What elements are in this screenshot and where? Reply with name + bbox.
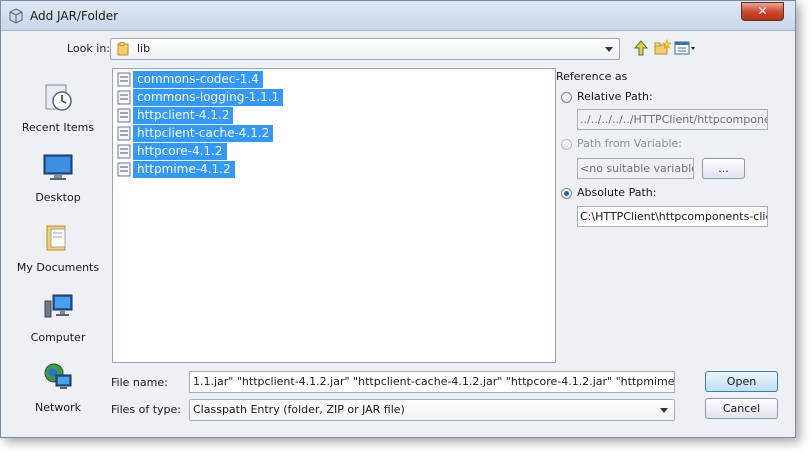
title-bar[interactable]: Add JAR/Folder ✕: [1, 1, 795, 31]
browse-variable-button[interactable]: ...: [702, 158, 745, 179]
path-from-variable-label: Path from Variable:: [577, 137, 682, 150]
chevron-down-icon: [605, 47, 613, 52]
file-name: httpcore-4.1.2: [133, 143, 227, 160]
file-name: httpclient-4.1.2: [133, 107, 234, 124]
relative-path-radio[interactable]: [561, 92, 572, 103]
file-name-input[interactable]: 1.1.jar" "httpclient-4.1.2.jar" "httpcli…: [189, 371, 675, 393]
jar-file-icon: [117, 162, 131, 177]
file-name: commons-logging-1.1.1: [133, 89, 284, 106]
place-my-documents[interactable]: My Documents: [8, 217, 108, 283]
absolute-path-radio[interactable]: [561, 188, 572, 199]
recent-items-icon: [45, 84, 72, 111]
file-name: httpmime-4.1.2: [133, 161, 235, 178]
place-network[interactable]: Network: [8, 357, 108, 423]
place-label: My Documents: [16, 261, 100, 274]
app-cube-icon: [9, 8, 23, 24]
file-name-label: File name:: [111, 376, 168, 389]
cancel-button[interactable]: Cancel: [705, 398, 778, 419]
folder-icon: [117, 42, 129, 56]
variable-select: <no suitable variable>: [577, 158, 694, 179]
jar-file-icon: [117, 72, 131, 87]
jar-file-icon: [117, 126, 131, 141]
path-from-variable-radio: [561, 139, 572, 150]
computer-icon: [44, 294, 73, 318]
view-menu-icon[interactable]: [674, 39, 696, 57]
place-recent-items[interactable]: Recent Items: [8, 77, 108, 143]
chevron-down-icon: [660, 408, 668, 413]
absolute-path-label: Absolute Path:: [577, 186, 657, 199]
relative-path-field: ../../../../../HTTPClient/httpcomponents…: [577, 109, 768, 130]
jar-file-icon: [117, 90, 131, 105]
my-documents-icon: [46, 225, 66, 251]
place-computer[interactable]: Computer: [8, 287, 108, 353]
place-desktop[interactable]: Desktop: [8, 147, 108, 213]
file-name: httpclient-cache-4.1.2: [133, 125, 274, 142]
look-in-label: Look in:: [67, 42, 110, 55]
absolute-path-field[interactable]: C:\HTTPClient\httpcomponents-client-4.1.…: [577, 206, 768, 227]
files-of-type-label: Files of type:: [111, 403, 182, 416]
look-in-value: lib: [137, 42, 151, 55]
files-of-type-value: Classpath Entry (folder, ZIP or JAR file…: [193, 403, 405, 416]
places-sidebar: Recent Items Desktop My Documents Comput…: [8, 67, 108, 429]
add-jar-folder-dialog: Add JAR/Folder ✕ Look in: lib Recent Ite…: [0, 0, 796, 438]
place-label: Recent Items: [21, 121, 95, 134]
jar-file-icon: [117, 108, 131, 123]
desktop-icon: [43, 154, 73, 180]
network-icon: [44, 363, 72, 389]
place-label: Network: [35, 401, 81, 414]
file-name: commons-codec-1.4: [133, 71, 263, 88]
open-button[interactable]: Open: [705, 371, 778, 392]
jar-file-icon: [117, 144, 131, 159]
close-button[interactable]: ✕: [741, 2, 784, 21]
files-of-type-dropdown[interactable]: Classpath Entry (folder, ZIP or JAR file…: [189, 399, 675, 421]
up-folder-icon[interactable]: [632, 39, 650, 57]
look-in-dropdown[interactable]: lib: [110, 38, 620, 60]
file-list[interactable]: commons-codec-1.4 commons-logging-1.1.1 …: [112, 68, 556, 363]
relative-path-label: Relative Path:: [577, 90, 653, 103]
new-folder-icon[interactable]: [653, 39, 671, 57]
reference-as-heading: Reference as: [556, 70, 628, 83]
place-label: Desktop: [35, 191, 81, 204]
place-label: Computer: [30, 331, 86, 344]
window-title: Add JAR/Folder: [30, 9, 119, 23]
